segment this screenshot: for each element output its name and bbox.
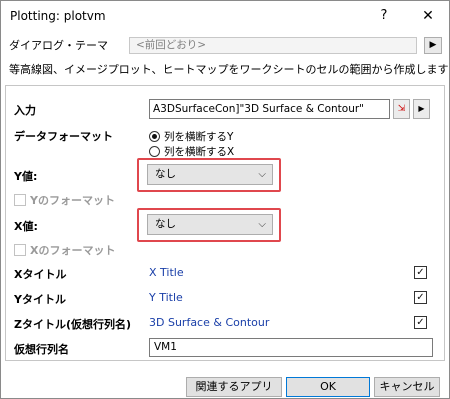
data-format-label: データフォーマット — [14, 130, 113, 143]
theme-menu-arrow-icon[interactable]: ▶ — [424, 37, 442, 54]
ok-button[interactable]: OK — [286, 377, 370, 397]
close-button[interactable]: ✕ — [413, 5, 443, 27]
z-title-label: Zタイトル(仮想行列名) — [14, 318, 132, 331]
dialog-description: 等高線図、イメージプロット、ヒートマップをワークシートのセルの範囲から作成します — [9, 63, 449, 76]
radio-y-label: 列を横断するY — [164, 131, 234, 143]
x-values-dropdown[interactable]: なし ⌵ — [147, 214, 273, 235]
input-range-field[interactable]: A3DSurfaceCon]"3D Surface & Contour" — [149, 99, 390, 119]
x-title-label: Xタイトル — [14, 268, 67, 281]
radio-unselected-icon — [149, 146, 160, 157]
radio-y-across-columns[interactable]: 列を横断するY — [149, 129, 233, 144]
input-menu-arrow-icon[interactable]: ▶ — [413, 99, 430, 119]
z-title-value[interactable]: 3D Surface & Contour — [149, 316, 269, 329]
vm-name-input[interactable]: VM1 — [149, 338, 433, 357]
select-range-icon[interactable]: ⇲ — [393, 99, 410, 119]
checkbox-icon — [14, 194, 26, 206]
radio-x-label: 列を横断するX — [164, 146, 235, 158]
radio-x-across-columns[interactable]: 列を横断するX — [149, 144, 234, 159]
z-title-checkbox[interactable]: ✓ — [414, 316, 427, 329]
x-values-value: なし — [155, 218, 176, 230]
settings-panel: 入力 A3DSurfaceCon]"3D Surface & Contour" … — [5, 85, 445, 361]
x-format-checkbox[interactable]: Xのフォーマット — [14, 242, 115, 258]
y-title-label: Yタイトル — [14, 293, 66, 306]
y-title-checkbox[interactable]: ✓ — [414, 291, 427, 304]
radio-selected-icon — [149, 131, 160, 142]
y-format-checkbox[interactable]: Yのフォーマット — [14, 192, 115, 208]
y-values-value: なし — [155, 168, 176, 180]
x-values-label: X値: — [14, 220, 38, 233]
x-title-checkbox[interactable]: ✓ — [414, 266, 427, 279]
title-bar: Plotting: plotvm ? ✕ — [1, 1, 449, 31]
y-format-label: Yのフォーマット — [30, 194, 115, 207]
x-format-label: Xのフォーマット — [30, 244, 116, 257]
dialog-window: Plotting: plotvm ? ✕ ダイアログ・テーマ <前回どおり> ▶… — [0, 0, 450, 399]
chevron-down-icon: ⌵ — [258, 169, 266, 180]
y-values-dropdown[interactable]: なし ⌵ — [147, 164, 273, 185]
chevron-down-icon: ⌵ — [258, 219, 266, 230]
help-button[interactable]: ? — [369, 5, 399, 27]
related-apps-button[interactable]: 関連するアプリ — [186, 377, 282, 397]
theme-label: ダイアログ・テーマ — [9, 39, 108, 52]
checkbox-icon — [14, 244, 26, 256]
theme-select[interactable]: <前回どおり> — [129, 37, 417, 54]
y-values-label: Y値: — [14, 170, 38, 183]
cancel-button[interactable]: キャンセル — [374, 377, 440, 397]
x-title-value[interactable]: X Title — [149, 266, 184, 279]
window-title: Plotting: plotvm — [10, 9, 106, 23]
vm-name-label: 仮想行列名 — [14, 343, 69, 356]
input-label: 入力 — [14, 104, 36, 117]
y-title-value[interactable]: Y Title — [149, 291, 183, 304]
